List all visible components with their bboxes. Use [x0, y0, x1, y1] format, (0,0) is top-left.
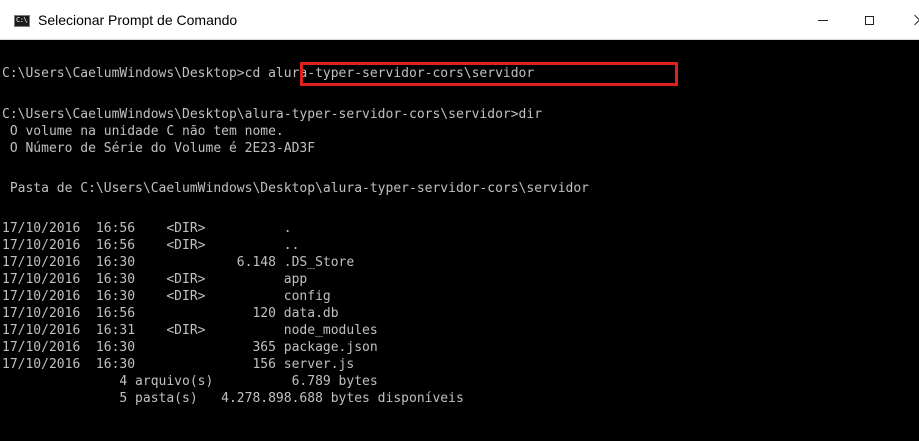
- console-line: Pasta de C:\Users\CaelumWindows\Desktop\…: [2, 181, 589, 196]
- console-line: 17/10/2016 16:56 <DIR> ..: [2, 238, 300, 253]
- command-prompt-icon: C:\: [14, 15, 30, 27]
- close-button[interactable]: [892, 0, 919, 40]
- console-line: 4 arquivo(s) 6.789 bytes: [2, 374, 378, 389]
- console-line: O Número de Série do Volume é 2E23-AD3F: [2, 141, 316, 156]
- console-line: 17/10/2016 16:56 <DIR> .: [2, 221, 292, 236]
- console-line: 17/10/2016 16:30 <DIR> app: [2, 272, 308, 287]
- console-output[interactable]: C:\Users\CaelumWindows\Desktop>cd alura-…: [0, 40, 919, 441]
- console-line: C:\Users\CaelumWindows\Desktop>cd alura-…: [2, 66, 535, 81]
- console-line: 17/10/2016 16:30 365 package.json: [2, 340, 378, 355]
- close-icon: [914, 14, 919, 26]
- window-title: Selecionar Prompt de Comando: [38, 12, 238, 28]
- minimize-icon: [818, 19, 828, 21]
- command-prompt-window: C:\ Selecionar Prompt de Comando C:\User…: [0, 0, 919, 441]
- title-bar[interactable]: C:\ Selecionar Prompt de Comando: [0, 0, 919, 40]
- console-line: 17/10/2016 16:30 156 server.js: [2, 357, 355, 372]
- maximize-button[interactable]: [846, 0, 892, 40]
- console-line: 17/10/2016 16:56 120 data.db: [2, 306, 339, 321]
- console-line: O volume na unidade C não tem nome.: [2, 124, 284, 139]
- console-line: C:\Users\CaelumWindows\Desktop\alura-typ…: [2, 107, 543, 122]
- minimize-button[interactable]: [800, 0, 846, 40]
- console-line: 17/10/2016 16:31 <DIR> node_modules: [2, 323, 378, 338]
- command-prompt-icon-label: C:\: [16, 16, 28, 24]
- console-line: 17/10/2016 16:30 <DIR> config: [2, 289, 331, 304]
- maximize-icon: [864, 15, 874, 25]
- console-line: 5 pasta(s) 4.278.898.688 bytes disponíve…: [2, 391, 464, 406]
- console-line: 17/10/2016 16:30 6.148 .DS_Store: [2, 255, 355, 270]
